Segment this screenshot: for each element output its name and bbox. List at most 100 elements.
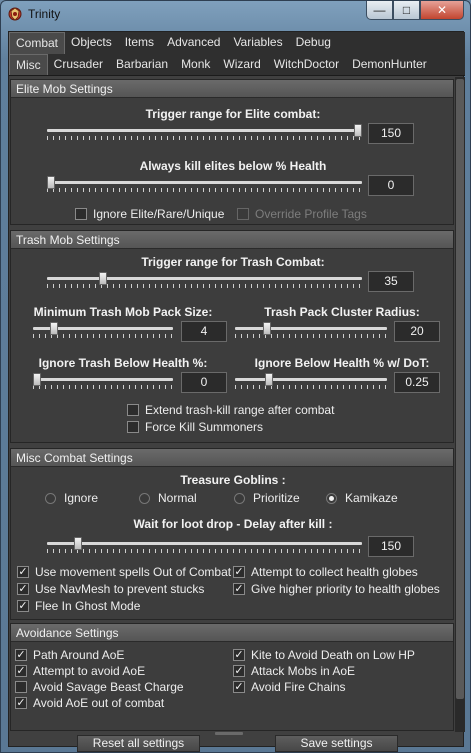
tab-wizard[interactable]: Wizard <box>217 54 267 75</box>
min-pack-slider[interactable] <box>33 322 173 340</box>
vertical-scrollbar[interactable] <box>455 77 465 732</box>
checkbox-box <box>237 208 249 220</box>
title-bar[interactable]: Trinity — □ ✕ <box>1 1 470 27</box>
radio-dot <box>234 492 245 504</box>
checkmark-icon: ✓ <box>17 582 29 595</box>
radio-dot <box>139 492 150 504</box>
trash-trigger-slider[interactable] <box>47 272 362 290</box>
ghost-mode-checkbox[interactable]: ✓ Flee In Ghost Mode <box>17 599 140 613</box>
checkmark-icon: ✓ <box>15 696 27 709</box>
checkmark-icon: ✓ <box>15 664 27 677</box>
tab-items[interactable]: Items <box>119 32 161 54</box>
extend-trash-range-checkbox[interactable]: Extend trash-kill range after combat <box>127 403 334 417</box>
tab-crusader[interactable]: Crusader <box>48 54 110 75</box>
path-around-aoe-checkbox[interactable]: ✓ Path Around AoE <box>15 648 124 662</box>
tab-advanced[interactable]: Advanced <box>161 32 227 54</box>
ignore-elite-checkbox[interactable]: Ignore Elite/Rare/Unique <box>75 207 224 221</box>
elite-trigger-slider[interactable] <box>47 124 362 142</box>
tab-objects[interactable]: Objects <box>65 32 119 54</box>
tab-misc[interactable]: Misc <box>9 54 48 75</box>
maximize-button[interactable]: □ <box>393 1 420 20</box>
ignore-dot-label: Ignore Below Health % w/ DoT: <box>254 356 430 370</box>
resize-grip[interactable] <box>215 732 243 735</box>
checkbox-box <box>127 421 139 433</box>
radio-dot <box>45 492 56 504</box>
goblin-prioritize-radio[interactable]: Prioritize <box>234 491 300 505</box>
cluster-radius-slider[interactable] <box>235 322 387 340</box>
attack-mobs-aoe-checkbox[interactable]: ✓ Attack Mobs in AoE <box>233 664 355 678</box>
slider-handle[interactable] <box>47 176 55 189</box>
class-tabs: Misc Crusader Barbarian Monk Wizard Witc… <box>9 54 465 76</box>
slider-handle[interactable] <box>74 537 82 550</box>
window-title: Trinity <box>28 7 61 21</box>
checkmark-icon: ✓ <box>233 565 245 578</box>
tab-barbarian[interactable]: Barbarian <box>110 54 175 75</box>
navmesh-checkbox[interactable]: ✓ Use NavMesh to prevent stucks <box>17 582 204 596</box>
force-kill-summoners-checkbox[interactable]: Force Kill Summoners <box>127 420 263 434</box>
reset-settings-button[interactable]: Reset all settings <box>77 735 200 752</box>
slider-handle[interactable] <box>354 124 362 137</box>
attempt-avoid-aoe-checkbox[interactable]: ✓ Attempt to avoid AoE <box>15 664 145 678</box>
min-pack-label: Minimum Trash Mob Pack Size: <box>33 305 213 319</box>
elite-trigger-input[interactable]: 150 <box>368 123 414 144</box>
checkbox-box <box>15 681 27 693</box>
settings-scroll-area: Elite Mob Settings Trigger range for Eli… <box>9 77 455 732</box>
trinity-logo-icon <box>8 7 22 21</box>
checkbox-box <box>75 208 87 220</box>
slider-handle[interactable] <box>50 322 58 335</box>
elite-kill-label: Always kill elites below % Health <box>139 159 327 173</box>
fire-chains-checkbox[interactable]: ✓ Avoid Fire Chains <box>233 680 346 694</box>
tab-combat[interactable]: Combat <box>9 32 66 54</box>
min-pack-input[interactable]: 4 <box>181 321 227 342</box>
elite-trigger-label: Trigger range for Elite combat: <box>145 107 321 121</box>
slider-handle[interactable] <box>99 272 107 285</box>
avoid-out-of-combat-checkbox[interactable]: ✓ Avoid AoE out of combat <box>15 696 164 710</box>
elite-section-header: Elite Mob Settings <box>11 80 453 98</box>
minimize-button[interactable]: — <box>366 1 393 20</box>
checkbox-box <box>127 404 139 416</box>
trash-section-header: Trash Mob Settings <box>11 231 453 249</box>
slider-handle[interactable] <box>263 322 271 335</box>
loot-delay-slider[interactable] <box>47 537 362 555</box>
maximize-icon: □ <box>402 3 411 17</box>
health-globes-checkbox[interactable]: ✓ Attempt to collect health globes <box>233 565 418 579</box>
checkmark-icon: ✓ <box>15 648 27 661</box>
scrollbar-thumb[interactable] <box>456 79 464 699</box>
kite-low-hp-checkbox[interactable]: ✓ Kite to Avoid Death on Low HP <box>233 648 415 662</box>
movement-spells-checkbox[interactable]: ✓ Use movement spells Out of Combat <box>17 565 231 579</box>
goblin-kamikaze-radio[interactable]: Kamikaze <box>326 491 398 505</box>
tab-variables[interactable]: Variables <box>227 32 289 54</box>
ignore-trash-health-label: Ignore Trash Below Health %: <box>38 356 208 370</box>
misc-combat-section: Misc Combat Settings Treasure Goblins : … <box>10 448 454 620</box>
ignore-trash-health-input[interactable]: 0 <box>181 372 227 393</box>
ignore-dot-slider[interactable] <box>235 373 387 391</box>
override-profile-tags-checkbox[interactable]: Override Profile Tags <box>237 207 367 221</box>
close-icon: ✕ <box>436 3 448 17</box>
ignore-trash-health-slider[interactable] <box>33 373 173 391</box>
ignore-dot-input[interactable]: 0.25 <box>394 372 440 393</box>
treasure-goblins-label: Treasure Goblins : <box>180 473 286 487</box>
tab-demonhunter[interactable]: DemonHunter <box>346 54 434 75</box>
footer-bar: Reset all settings Save settings <box>9 732 465 752</box>
tab-witchdoctor[interactable]: WitchDoctor <box>268 54 346 75</box>
avoid-section-header: Avoidance Settings <box>11 624 453 642</box>
checkmark-icon: ✓ <box>17 565 29 578</box>
tab-debug[interactable]: Debug <box>290 32 338 54</box>
checkmark-icon: ✓ <box>233 648 245 661</box>
save-settings-button[interactable]: Save settings <box>275 735 398 752</box>
loot-delay-input[interactable]: 150 <box>368 536 414 557</box>
trash-mob-section: Trash Mob Settings Trigger range for Tra… <box>10 230 454 443</box>
savage-beast-checkbox[interactable]: Avoid Savage Beast Charge <box>15 680 184 694</box>
checkmark-icon: ✓ <box>233 664 245 677</box>
goblin-ignore-radio[interactable]: Ignore <box>45 491 98 505</box>
cluster-radius-input[interactable]: 20 <box>394 321 440 342</box>
slider-handle[interactable] <box>33 373 41 386</box>
priority-globes-checkbox[interactable]: ✓ Give higher priority to health globes <box>233 582 440 596</box>
elite-kill-input[interactable]: 0 <box>368 175 414 196</box>
close-button[interactable]: ✕ <box>420 1 464 20</box>
elite-kill-slider[interactable] <box>47 176 362 194</box>
trash-trigger-input[interactable]: 35 <box>368 271 414 292</box>
goblin-normal-radio[interactable]: Normal <box>139 491 197 505</box>
slider-handle[interactable] <box>265 373 273 386</box>
tab-monk[interactable]: Monk <box>175 54 217 75</box>
